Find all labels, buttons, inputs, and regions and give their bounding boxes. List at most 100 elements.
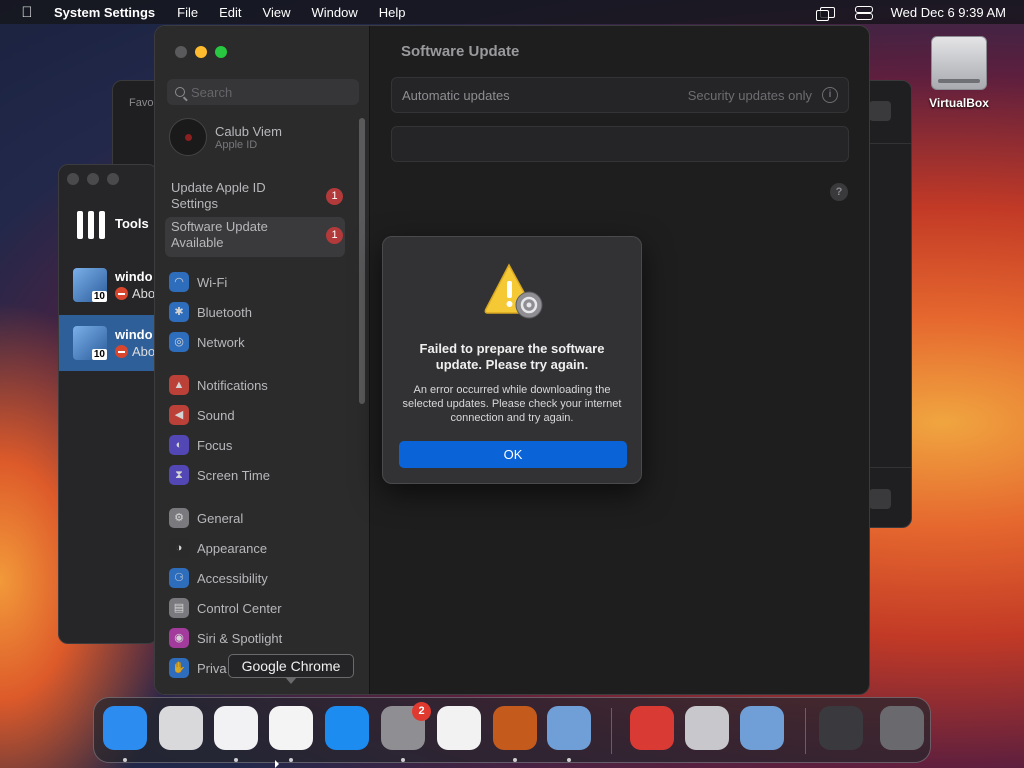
hand-icon: ✋ bbox=[169, 658, 189, 678]
windows-10-vm-icon bbox=[73, 326, 107, 360]
divider bbox=[869, 143, 911, 144]
sidebar-item-bluetooth[interactable]: ✱ Bluetooth bbox=[169, 300, 252, 324]
ok-button[interactable]: OK bbox=[399, 441, 627, 468]
game-controller-icon[interactable] bbox=[685, 706, 729, 750]
menu-edit[interactable]: Edit bbox=[219, 5, 241, 20]
sidebar-item-label: Sound bbox=[197, 407, 235, 423]
search-icon bbox=[175, 87, 185, 97]
launchpad-icon[interactable] bbox=[159, 706, 203, 750]
dialog-message: An error occurred while downloading the … bbox=[402, 384, 622, 424]
sidebar-item-wi-fi[interactable]: ◠ Wi-Fi bbox=[169, 270, 227, 294]
running-indicator bbox=[123, 758, 127, 762]
tools-label: Tools bbox=[115, 215, 149, 231]
garageband-icon[interactable] bbox=[493, 706, 537, 750]
sidebar-item-appearance[interactable]: ◑ Appearance bbox=[169, 536, 267, 560]
search-input[interactable] bbox=[191, 84, 351, 100]
trash-icon[interactable] bbox=[880, 706, 924, 750]
error-dialog: Failed to prepare the software update. P… bbox=[382, 236, 642, 484]
automatic-updates-label: Automatic updates bbox=[402, 87, 510, 103]
screen-mirroring-icon[interactable] bbox=[815, 6, 835, 21]
sidebar-item-label: Update Apple ID Settings bbox=[171, 180, 266, 211]
menu-view[interactable]: View bbox=[263, 5, 291, 20]
photo-booth-icon[interactable] bbox=[630, 706, 674, 750]
textedit-icon[interactable] bbox=[437, 706, 481, 750]
speaker-icon: ◀ bbox=[169, 405, 189, 425]
sidebar-item-siri-spotlight[interactable]: ◉ Siri & Spotlight bbox=[169, 626, 282, 650]
desktop-virtualbox-volume[interactable]: VirtualBox bbox=[922, 36, 996, 110]
settings-update-badge: 2 bbox=[412, 702, 431, 721]
sidebar-item-label: Screen Time bbox=[197, 467, 270, 483]
apple-id-account[interactable]: Calub Viem Apple ID bbox=[169, 118, 282, 156]
close-button[interactable] bbox=[67, 173, 79, 185]
avatar bbox=[169, 118, 207, 156]
minimize-button[interactable] bbox=[87, 173, 99, 185]
virtualbox-icon[interactable] bbox=[547, 706, 591, 750]
chrome-icon[interactable] bbox=[269, 706, 313, 750]
sidebar-item-focus[interactable]: ◐ Focus bbox=[169, 433, 232, 457]
hourglass-icon: ⧗ bbox=[169, 465, 189, 485]
minimize-button[interactable] bbox=[195, 46, 207, 58]
gear-icon: ⚙ bbox=[169, 508, 189, 528]
siri-icon: ◉ bbox=[169, 628, 189, 648]
sidebar-item-label: Control Center bbox=[197, 600, 282, 616]
sidebar-item-label: Network bbox=[197, 334, 245, 350]
sidebar-item-software-update[interactable]: Software Update Available 1 bbox=[165, 217, 345, 257]
dock: 2 bbox=[93, 697, 931, 763]
sidebar-item-notifications[interactable]: ▲ Notifications bbox=[169, 373, 268, 397]
sidebar-item-screen-time[interactable]: ⧗ Screen Time bbox=[169, 463, 270, 487]
account-subtitle: Apple ID bbox=[215, 138, 258, 151]
sidebar-item-update-apple-id[interactable]: Update Apple ID Settings 1 bbox=[165, 178, 345, 218]
mouse-pointer bbox=[275, 760, 279, 768]
background-window-button[interactable] bbox=[869, 101, 891, 121]
warning-icon bbox=[484, 263, 543, 319]
close-button[interactable] bbox=[175, 46, 187, 58]
accessibility-icon: ⚆ bbox=[169, 568, 189, 588]
finder-icon[interactable] bbox=[103, 706, 147, 750]
external-disk-icon bbox=[931, 36, 987, 90]
sidebar-item-label: Focus bbox=[197, 437, 233, 453]
chrome-window-icon[interactable] bbox=[819, 706, 863, 750]
update-status-row bbox=[391, 126, 849, 162]
dock-separator bbox=[805, 708, 806, 754]
background-window-button[interactable] bbox=[869, 489, 891, 509]
app-store-icon[interactable] bbox=[325, 706, 369, 750]
window-controls bbox=[175, 46, 227, 58]
info-icon[interactable]: i bbox=[822, 87, 838, 103]
control-center-icon[interactable] bbox=[854, 6, 873, 20]
virtualbox-alt-icon[interactable] bbox=[740, 706, 784, 750]
bluetooth-icon: ✱ bbox=[169, 302, 189, 322]
vm-list-item-selected[interactable]: windo Abo bbox=[59, 315, 157, 371]
zoom-button[interactable] bbox=[215, 46, 227, 58]
appearance-icon: ◑ bbox=[169, 538, 189, 558]
menu-file[interactable]: File bbox=[177, 5, 198, 20]
menu-clock[interactable]: Wed Dec 6 9:39 AM bbox=[891, 5, 1006, 20]
sidebar-item-label: Siri & Spotlight bbox=[197, 630, 283, 646]
automatic-updates-row[interactable]: Automatic updates Security updates only … bbox=[391, 77, 849, 113]
zoom-button[interactable] bbox=[107, 173, 119, 185]
virtualbox-manager-window[interactable]: Tools windo Abo windo Abo bbox=[58, 164, 158, 644]
running-indicator bbox=[567, 758, 571, 762]
sidebar-item-network[interactable]: ◎ Network bbox=[169, 330, 245, 354]
vm-name: windo bbox=[115, 327, 153, 342]
apple-menu-icon[interactable]:  bbox=[0, 4, 54, 21]
sidebar-item-label: Accessibility bbox=[197, 570, 268, 586]
sidebar-item-priva[interactable]: ✋ Priva bbox=[169, 656, 227, 680]
sidebar-item-accessibility[interactable]: ⚆ Accessibility bbox=[169, 566, 268, 590]
menu-window[interactable]: Window bbox=[311, 5, 357, 20]
menu-app-name[interactable]: System Settings bbox=[54, 5, 155, 20]
vm-name: windo bbox=[115, 269, 153, 284]
vm-list-item[interactable]: windo Abo bbox=[59, 257, 157, 313]
sidebar-scrollbar[interactable] bbox=[359, 118, 365, 404]
sidebar-item-label: Software Update Available bbox=[171, 219, 268, 250]
safari-icon[interactable] bbox=[214, 706, 258, 750]
dock-separator bbox=[611, 708, 612, 754]
notification-badge: 1 bbox=[326, 227, 343, 244]
sidebar-item-sound[interactable]: ◀ Sound bbox=[169, 403, 235, 427]
sidebar-item-general[interactable]: ⚙ General bbox=[169, 506, 243, 530]
vbox-tools-item[interactable]: Tools bbox=[75, 207, 149, 239]
help-button[interactable]: ? bbox=[830, 183, 848, 201]
control-center-icon: ▤ bbox=[169, 598, 189, 618]
menu-help[interactable]: Help bbox=[379, 5, 406, 20]
sidebar-search[interactable] bbox=[167, 79, 359, 105]
sidebar-item-control-center[interactable]: ▤ Control Center bbox=[169, 596, 282, 620]
